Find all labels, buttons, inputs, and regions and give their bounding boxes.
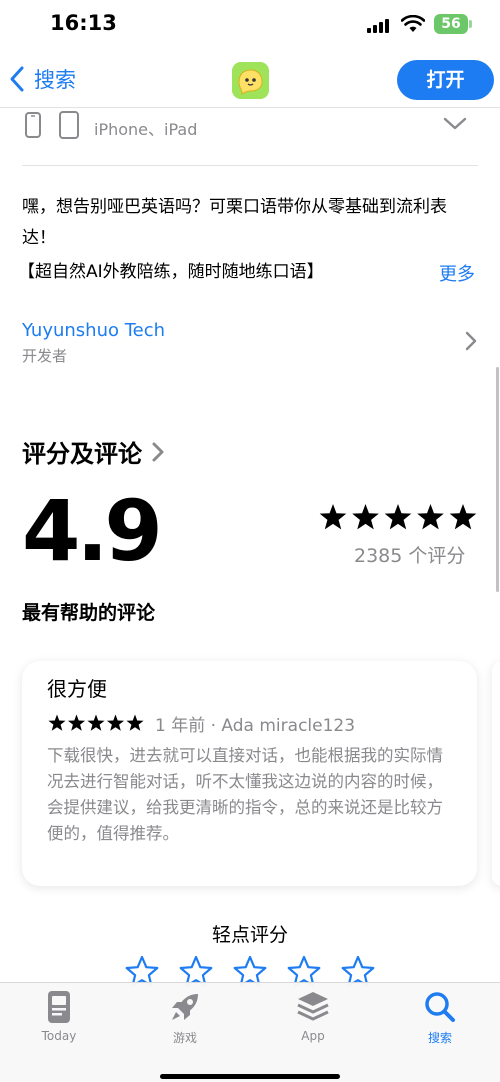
search-icon [425,992,455,1022]
tab-bar: Today 游戏 App 搜索 [0,982,500,1082]
star-filled-icon [352,504,379,530]
chevron-right-icon [465,331,477,351]
tab-apps[interactable]: App [268,989,358,1043]
review-card[interactable]: 很方便 1 年前 · Ada miracle123 下载很快，进去就可以直接对话… [22,661,477,886]
battery-indicator: 56 [434,14,468,34]
tab-today[interactable]: Today [14,989,104,1043]
tab-label: Today [41,1029,77,1043]
app-icon[interactable] [232,62,269,99]
scrollbar[interactable] [496,367,499,592]
review-meta: 1 年前 · Ada miracle123 [155,716,356,736]
star-filled-icon [48,714,66,731]
rating-count: 2385 个评分 [354,545,466,567]
cellular-signal-icon [367,19,391,33]
chevron-down-icon[interactable] [442,114,468,134]
tap-to-rate-stars [124,955,376,988]
tap-to-rate-title: 轻点评分 [211,924,288,946]
rating-stars [319,504,477,530]
nav-bar: 搜索 打开 [0,50,500,108]
open-button[interactable]: 打开 [397,60,494,100]
battery-tip [469,20,472,28]
rocket-icon [172,994,198,1020]
star-filled-icon [87,714,105,731]
tab-label: 游戏 [172,1031,197,1045]
review-title: 很方便 [47,677,107,701]
developer-role: 开发者 [22,347,68,365]
home-indicator[interactable] [160,1074,340,1079]
star-filled-icon [106,714,125,731]
star-filled-icon [449,504,477,530]
back-button[interactable]: 搜索 [8,62,76,96]
app-stack-icon [297,992,329,1021]
back-label: 搜索 [34,68,76,92]
app-description: 嘿，想告别哑巴英语吗？可栗口语带你从零基础到流利表达！ [22,197,447,248]
star-filled-icon [384,504,412,530]
status-bar: 16:13 56 [0,0,500,50]
review-stars [48,714,144,731]
chevron-left-icon [10,66,24,92]
star-filled-icon [319,504,347,530]
ratings-header[interactable]: 评分及评论 [22,434,166,469]
developer-row[interactable]: Yuyunshuo Tech 开发者 [22,320,478,370]
device-icons [25,111,79,139]
tab-label: 搜索 [427,1031,452,1045]
star-filled-icon [126,714,144,731]
wifi-icon [401,15,425,32]
star-filled-icon [417,504,444,530]
tab-label: App [301,1029,325,1043]
device-label: iPhone、iPad [94,120,198,139]
star-filled-icon [67,714,86,731]
developer-name: Yuyunshuo Tech [22,320,166,341]
tab-games[interactable]: 游戏 [140,989,230,1046]
next-review-card[interactable] [492,661,500,886]
device-compatibility-row[interactable]: iPhone、iPad [22,108,478,166]
status-time: 16:13 [50,11,117,35]
more-link[interactable]: 更多 [439,260,475,286]
review-body: 下载很快，进去就可以直接对话，也能根据我的实际情况去进行智能对话，听不太懂我这边… [47,746,443,843]
ratings-title: 评分及评论 [22,440,142,468]
tab-search[interactable]: 搜索 [395,989,485,1046]
average-rating: 4.9 [22,482,163,580]
app-description-highlight: 【超自然AI外教陪练，随时随地练口语】 [18,262,324,282]
most-helpful-title: 最有帮助的评论 [22,602,156,624]
chevron-right-icon [152,442,164,461]
today-icon [48,991,70,1023]
